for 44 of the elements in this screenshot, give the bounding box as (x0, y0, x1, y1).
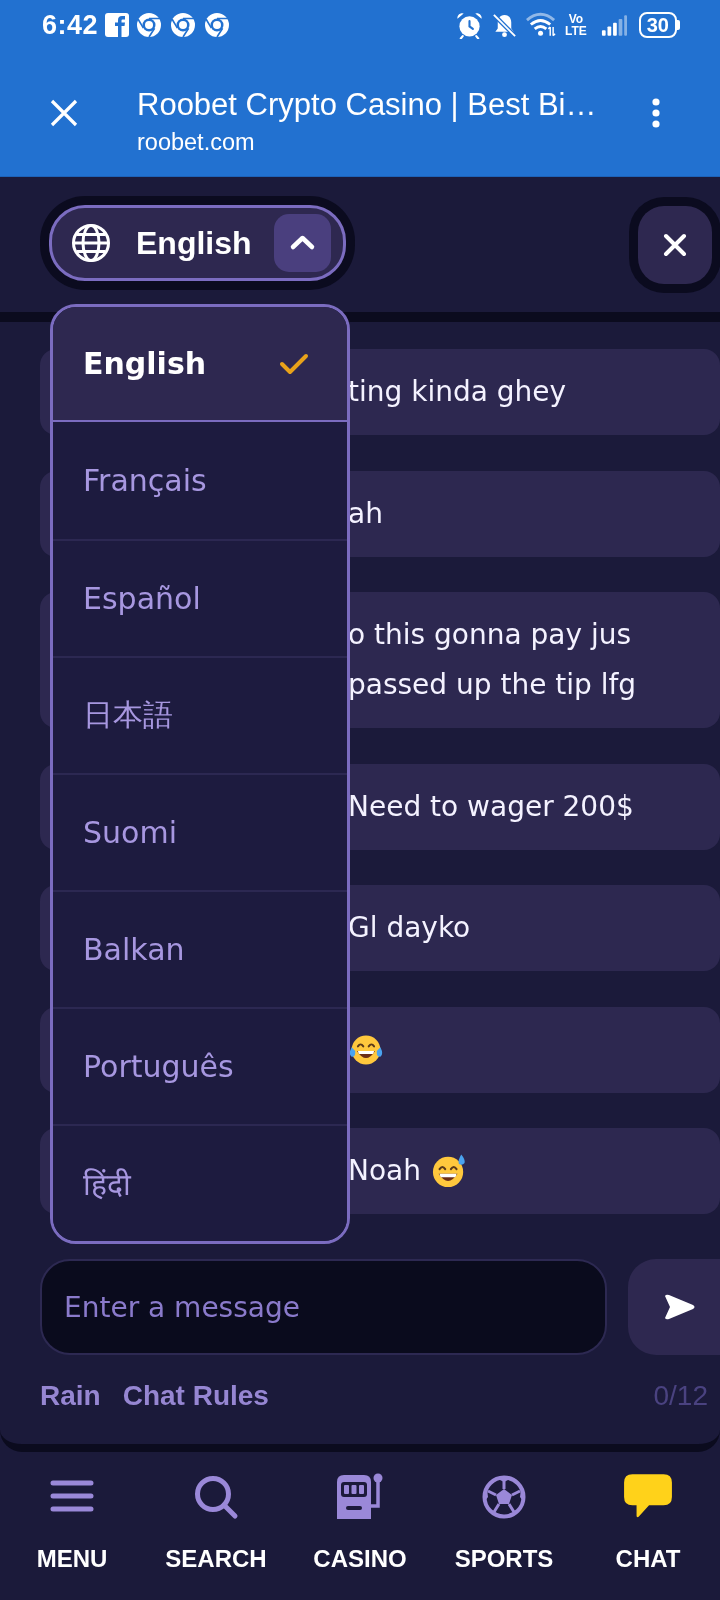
alarm-clock-icon (455, 11, 483, 39)
bell-off-icon (490, 11, 518, 39)
nav-tab[interactable]: MENU (0, 1452, 144, 1600)
language-option[interactable]: हिंदी (53, 1124, 347, 1241)
chat-link[interactable]: Chat Rules (122, 1380, 269, 1412)
chat-link[interactable]: Rain (40, 1380, 101, 1412)
circle-logo-icon (204, 12, 231, 38)
message-text: Noah (348, 1153, 421, 1189)
status-time: 6:42 (42, 9, 99, 41)
search-icon (193, 1474, 239, 1520)
message-text: ah (348, 495, 383, 532)
battery-indicator: 30 (638, 12, 680, 38)
language-option[interactable]: English (53, 307, 347, 422)
page-title: Roobet Crypto Casino | Best Bi… (137, 87, 597, 123)
network-type-label: Vo (568, 13, 584, 25)
send-icon (662, 1293, 696, 1321)
nav-tab[interactable]: SPORTS (432, 1452, 576, 1600)
wifi-icon (525, 12, 557, 38)
message-text: o this gonna pay jus passed up the tip lfg (348, 617, 638, 703)
message-text: Need to wager 200$ (348, 788, 634, 825)
checkmark-icon (279, 351, 309, 376)
nav-tab[interactable]: SEARCH (144, 1452, 288, 1600)
close-icon (663, 233, 687, 257)
chat-bubble-icon (622, 1472, 674, 1520)
network-type-label: LTE (564, 25, 587, 37)
message-text: Gl dayko (348, 910, 471, 946)
more-options-icon (651, 98, 661, 128)
nav-tab[interactable]: CHAT (576, 1452, 720, 1600)
message-text: ting kinda ghey (348, 374, 567, 410)
close-button[interactable] (50, 99, 78, 127)
page-url: roobet.com (137, 128, 256, 157)
signal-icon (600, 13, 627, 37)
more-options-button[interactable] (651, 98, 661, 128)
circle-logo-icon (170, 12, 197, 38)
character-counter: 0/12 (653, 1380, 708, 1412)
sweat-smile-icon (431, 1154, 467, 1188)
send-button[interactable] (628, 1259, 720, 1355)
circle-logo-icon (136, 12, 163, 38)
message-input[interactable]: Enter a message (40, 1259, 607, 1355)
close-icon (50, 99, 78, 127)
square-logo-icon (105, 13, 130, 37)
nav-tab[interactable]: CASINO (288, 1452, 432, 1600)
soccer-ball-icon (481, 1474, 527, 1520)
globe-icon (71, 223, 111, 263)
